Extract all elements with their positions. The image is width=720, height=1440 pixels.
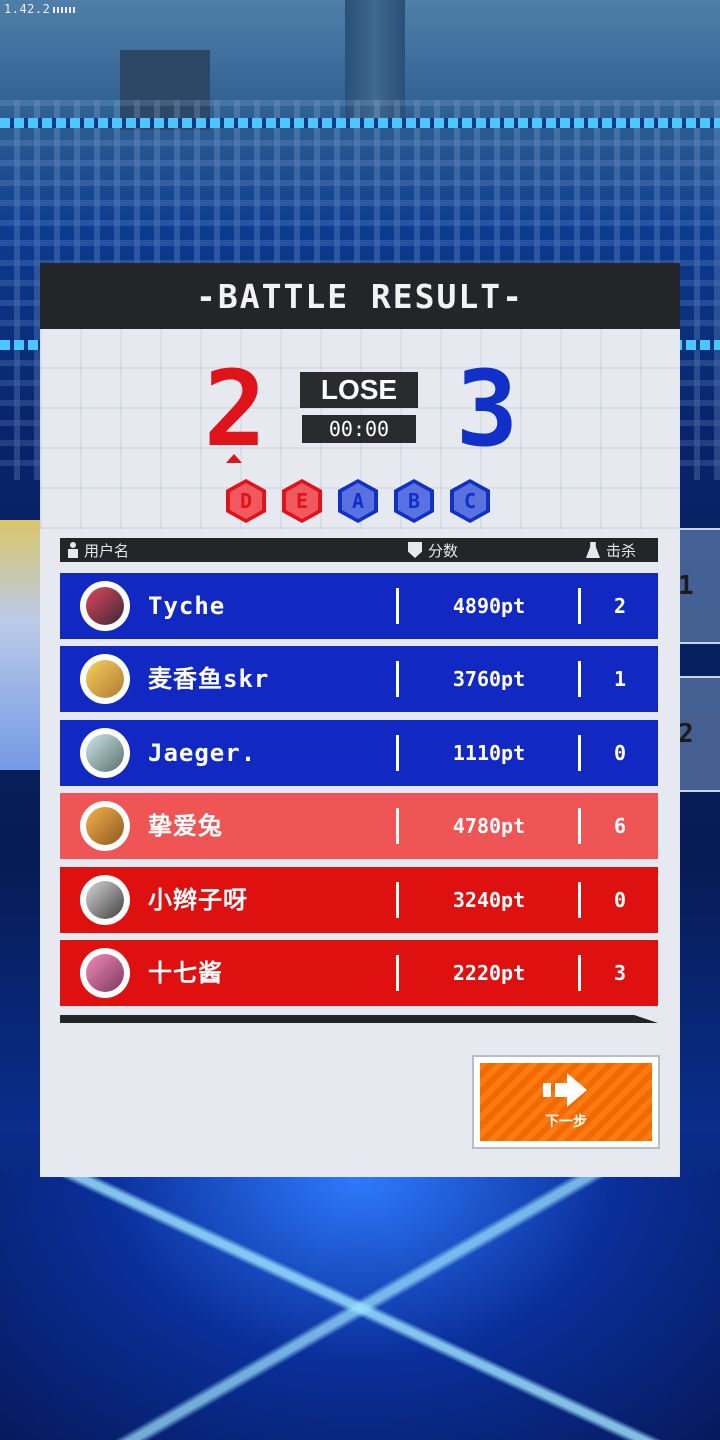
header-score: 分数 (408, 540, 458, 561)
version-label: 1.42.2 (4, 2, 76, 16)
avatar (80, 727, 130, 778)
divider (578, 661, 581, 698)
player-name: 小辫子呀 (148, 885, 248, 914)
divider (396, 881, 399, 918)
divider (396, 588, 399, 624)
divider (396, 661, 399, 698)
panel-header: -BATTLE RESULT- (40, 263, 680, 329)
player-row[interactable]: Tyche 4890pt 2 (60, 573, 658, 639)
divider (578, 734, 581, 771)
rank-badge: B (394, 479, 434, 523)
divider (396, 734, 399, 771)
match-result: LOSE (300, 372, 418, 408)
player-kills: 2 (613, 594, 627, 618)
panel-title: -BATTLE RESULT- (195, 276, 524, 316)
player-kills: 0 (613, 887, 627, 912)
avatar (80, 581, 130, 631)
player-score: 3240pt (452, 887, 526, 912)
rank-label: D (230, 483, 262, 519)
divider (578, 808, 581, 845)
player-kills: 0 (613, 740, 627, 765)
header-kills-label: 击杀 (606, 542, 637, 560)
player-kills: 3 (613, 960, 627, 985)
rank-badges: D E A B C (226, 479, 496, 523)
divider (578, 954, 581, 991)
side-tab-label: 1 (678, 571, 694, 601)
divider (578, 588, 581, 624)
red-team-score: 2 (203, 348, 267, 470)
side-tab-label: 2 (678, 719, 694, 749)
player-score: 2220pt (452, 960, 526, 985)
player-score: 3760pt (452, 667, 526, 692)
version-text: 1.42.2 (4, 2, 51, 16)
player-row[interactable]: Jaeger. 1110pt 0 (60, 719, 658, 786)
header-kills: 击杀 (586, 540, 636, 561)
player-score: 4780pt (452, 814, 526, 839)
table-header: 用户名 分数 击杀 (60, 538, 658, 562)
rank-label: E (286, 483, 318, 519)
player-score: 1110pt (452, 740, 526, 765)
player-row[interactable]: 小辫子呀 3240pt 0 (60, 866, 658, 933)
rank-label: C (454, 483, 486, 519)
player-list: Tyche 4890pt 2 麦香鱼skr 3760pt 1 Jaeger. 1… (60, 573, 658, 1013)
user-icon (68, 542, 78, 558)
divider (578, 881, 581, 918)
own-team-marker-icon (226, 454, 242, 463)
player-name: 挚爱兔 (148, 812, 223, 841)
player-score: 4890pt (452, 594, 526, 618)
kills-icon (586, 542, 600, 558)
header-username-label: 用户名 (84, 542, 130, 560)
rank-badge: E (282, 479, 322, 523)
bg-floor (0, 1170, 720, 1440)
divider (396, 954, 399, 991)
battle-result-panel: -BATTLE RESULT- 2 LOSE 00:00 3 D E A B C… (40, 263, 680, 1177)
player-name: Tyche (148, 592, 226, 620)
avatar (80, 654, 130, 705)
bg-light-rail (0, 118, 720, 128)
avatar (80, 874, 130, 925)
next-step-label: 下一步 (545, 1113, 587, 1129)
rank-badge: C (450, 479, 490, 523)
signal-icon (53, 6, 76, 13)
player-kills: 6 (613, 814, 627, 839)
header-score-label: 分数 (428, 542, 459, 560)
player-name: 十七酱 (148, 958, 223, 987)
avatar (80, 947, 130, 998)
divider (396, 808, 399, 845)
player-row-self[interactable]: 挚爱兔 4780pt 6 (60, 793, 658, 860)
rank-badge: A (338, 479, 378, 523)
rank-label: A (342, 483, 374, 519)
next-step-button-face: 下一步 (480, 1063, 652, 1141)
player-row[interactable]: 麦香鱼skr 3760pt 1 (60, 646, 658, 713)
divider-bar (60, 1015, 658, 1023)
arrow-right-icon (543, 1073, 589, 1107)
blue-team-score: 3 (455, 348, 519, 470)
rank-label: B (398, 483, 430, 519)
avatar (80, 801, 130, 852)
next-step-button[interactable]: 下一步 (472, 1055, 660, 1149)
match-timer: 00:00 (302, 415, 416, 443)
player-kills: 1 (613, 667, 627, 692)
bg-character (0, 520, 40, 770)
rank-badge: D (226, 479, 266, 523)
score-icon (408, 542, 422, 558)
header-username: 用户名 (68, 540, 129, 561)
player-name: Jaeger. (148, 738, 257, 767)
player-name: 麦香鱼skr (148, 665, 270, 694)
player-row[interactable]: 十七酱 2220pt 3 (60, 939, 658, 1006)
